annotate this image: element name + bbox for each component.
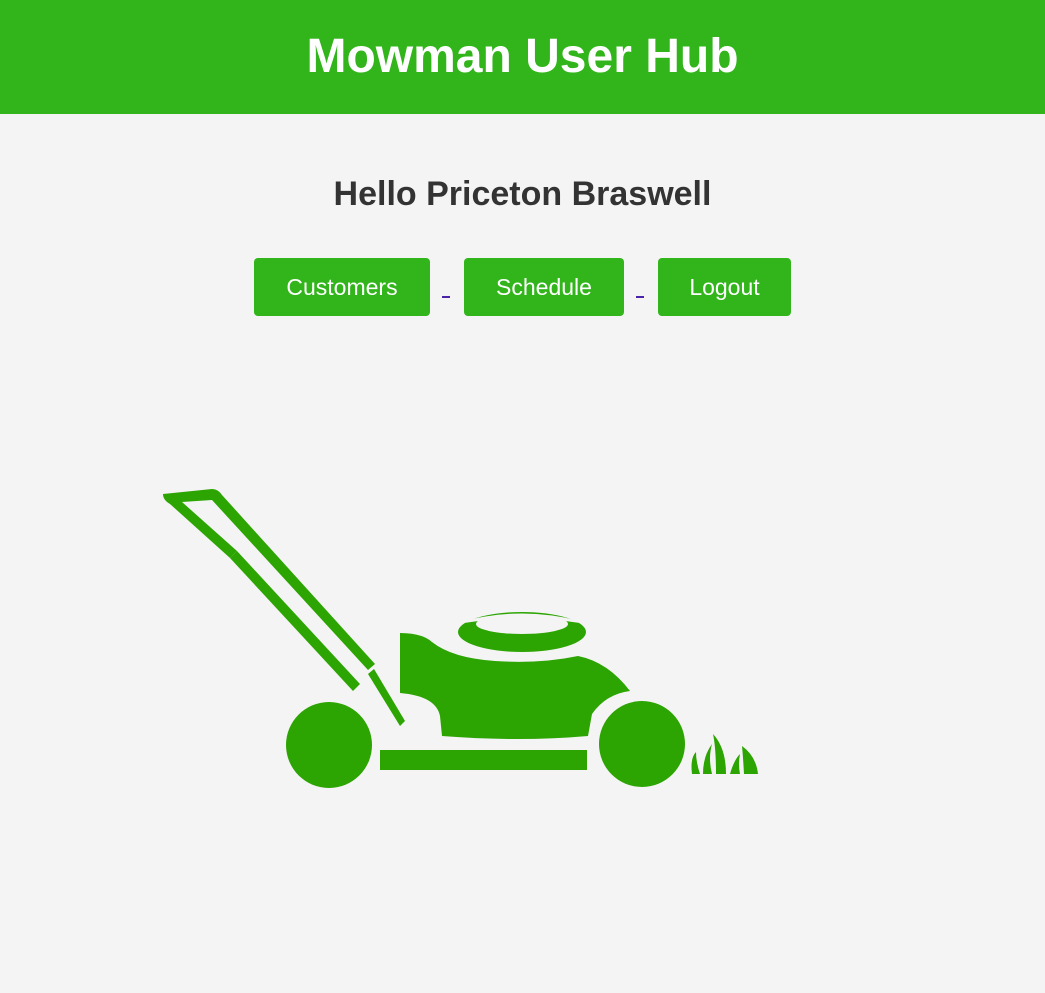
logout-button[interactable]: Logout: [658, 258, 791, 316]
customers-button[interactable]: Customers: [254, 258, 430, 316]
lawn-mower-icon: [160, 486, 760, 796]
greeting-heading: Hello Priceton Braswell: [333, 175, 712, 213]
schedule-button[interactable]: Schedule: [464, 258, 624, 316]
page-header: Mowman User Hub: [0, 0, 1045, 114]
nav-bar: Customers Schedule Logout: [0, 258, 1045, 316]
app-title: Mowman User Hub: [306, 30, 739, 83]
nav-separator[interactable]: [430, 258, 464, 316]
nav-separator[interactable]: [624, 258, 658, 316]
